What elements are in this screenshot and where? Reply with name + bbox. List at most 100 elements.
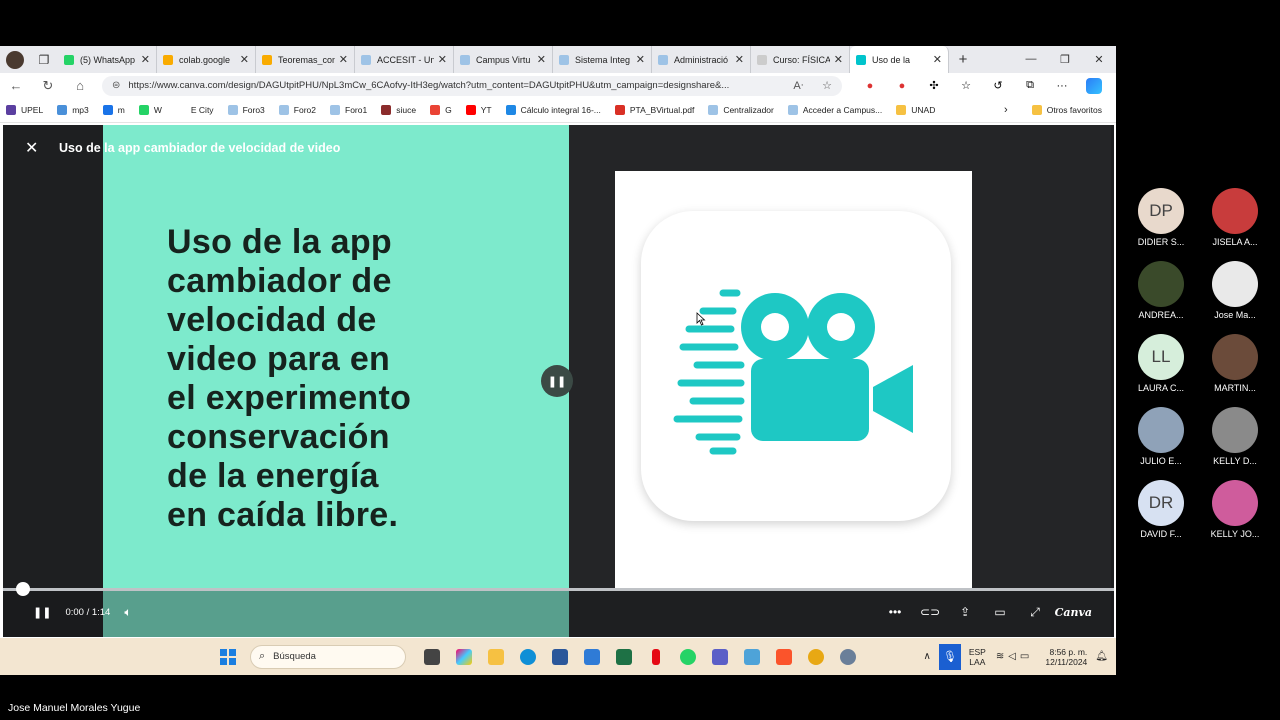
browser-tab[interactable]: Sistema Integ ✕	[553, 46, 652, 73]
whatsapp-icon[interactable]	[672, 645, 704, 669]
tab-close-icon[interactable]: ✕	[933, 53, 942, 66]
copilot-icon[interactable]	[1086, 77, 1102, 94]
address-bar[interactable]: ⊜ https://www.canva.com/design/DAGUtpitP…	[102, 75, 842, 96]
participant-tile[interactable]: LL LAURA C...	[1124, 334, 1198, 407]
participant-tile[interactable]: JULIO E...	[1124, 407, 1198, 480]
wifi-volume-battery-icons[interactable]: ≋◁▭	[996, 651, 1034, 662]
edge-icon[interactable]	[512, 645, 544, 669]
pause-icon[interactable]: ❚❚	[33, 606, 51, 619]
settings-gear-icon[interactable]	[832, 645, 864, 669]
participant-tile[interactable]: ANDREA...	[1124, 261, 1198, 334]
browser-tab[interactable]: Teoremas_con ✕	[256, 46, 355, 73]
bookmark-item[interactable]: Foro3	[227, 105, 265, 115]
bookmark-item[interactable]: PTA_BVirtual.pdf	[614, 105, 694, 115]
read-aloud-icon[interactable]: Aᐧ	[793, 80, 803, 92]
progress-knob[interactable]	[16, 582, 30, 596]
windows-start-icon[interactable]	[220, 648, 236, 665]
teams-icon[interactable]	[704, 645, 736, 669]
tab-close-icon[interactable]: ✕	[636, 53, 645, 66]
store-icon[interactable]	[576, 645, 608, 669]
profile-button[interactable]	[0, 46, 30, 73]
new-tab-button[interactable]: +	[949, 51, 977, 68]
microphone-icon[interactable]: 🎙︎	[938, 643, 961, 670]
home-icon[interactable]: ⌂	[64, 78, 96, 93]
browser-tab[interactable]: Administració ✕	[652, 46, 751, 73]
canva-logo[interactable]: Canva	[1055, 606, 1092, 619]
browser-tab[interactable]: Campus Virtu ✕	[454, 46, 553, 73]
bookmark-item[interactable]: Acceder a Campus...	[787, 105, 882, 115]
center-pause-button[interactable]: ❚❚	[541, 365, 573, 397]
browser-tab[interactable]: (5) WhatsApp ✕	[58, 46, 157, 73]
tab-close-icon[interactable]: ✕	[141, 53, 150, 66]
back-icon[interactable]: ←	[0, 78, 32, 93]
link-icon[interactable]: ⊂⊃	[913, 605, 948, 619]
browser-tab[interactable]: colab.google ✕	[157, 46, 256, 73]
bookmark-item[interactable]: UPEL	[6, 105, 43, 115]
captions-icon[interactable]: ▭	[983, 605, 1018, 619]
progress-bar[interactable]	[3, 582, 1114, 596]
taskbar-search[interactable]: ⌕ Búsqueda	[250, 644, 406, 669]
bookmark-item[interactable]: mp3	[57, 105, 89, 115]
chevron-right-icon[interactable]: ›	[1004, 104, 1008, 116]
tab-close-icon[interactable]: ✕	[438, 53, 447, 66]
brave-icon[interactable]	[768, 645, 800, 669]
participant-tile[interactable]: DP DIDIER S...	[1124, 188, 1198, 261]
tab-close-icon[interactable]: ✕	[537, 53, 546, 66]
participant-tile[interactable]: KELLY JO...	[1198, 480, 1272, 553]
more-options-icon[interactable]: •••	[878, 605, 913, 619]
more-icon[interactable]: ···	[1046, 80, 1078, 92]
bookmark-item[interactable]: m	[102, 105, 125, 115]
extension-red-icon[interactable]: ●	[854, 80, 886, 92]
browser-tab[interactable]: ACCESIT - Uni ✕	[355, 46, 454, 73]
bookmark-item[interactable]: siuce	[381, 105, 416, 115]
bookmark-item[interactable]: G	[430, 105, 452, 115]
share-icon[interactable]: ⇪	[948, 605, 983, 619]
bookmark-item[interactable]: Centralizador	[708, 105, 774, 115]
tab-close-icon[interactable]: ✕	[735, 53, 744, 66]
notification-app-icon[interactable]	[800, 645, 832, 669]
photos-icon[interactable]	[736, 645, 768, 669]
file-icon[interactable]	[416, 645, 448, 669]
participant-tile[interactable]: JISELA A...	[1198, 188, 1272, 261]
clock[interactable]: 8:56 p. m. 12/11/2024	[1045, 647, 1087, 667]
participant-tile[interactable]: DR DAVID F...	[1124, 480, 1198, 553]
file-explorer-icon[interactable]	[480, 645, 512, 669]
fullscreen-icon[interactable]: ⤢	[1018, 605, 1053, 620]
bookmark-item[interactable]: W	[138, 105, 162, 115]
notification-bell-icon[interactable]: 🔔︎	[1095, 651, 1108, 662]
workspaces-icon[interactable]: ❐	[30, 53, 58, 67]
browser-tab[interactable]: Uso de la ✕	[850, 46, 949, 73]
participant-tile[interactable]: KELLY D...	[1198, 407, 1272, 480]
restore-icon[interactable]: ❐	[1048, 53, 1082, 66]
close-window-icon[interactable]: ✕	[1082, 53, 1116, 66]
favorite-star-icon[interactable]: ☆	[822, 80, 832, 92]
adblock-icon[interactable]: ●	[886, 80, 918, 92]
netflix-icon[interactable]	[640, 645, 672, 669]
language-indicator[interactable]: ESP LAA	[969, 647, 986, 667]
bookmark-item[interactable]: Foro2	[278, 105, 316, 115]
bookmark-item[interactable]: Cálculo integral 16-...	[505, 105, 601, 115]
minimize-icon[interactable]: —	[1014, 53, 1048, 66]
copilot-app-icon[interactable]	[448, 645, 480, 669]
extensions-puzzle-icon[interactable]: ✣	[918, 79, 950, 92]
history-icon[interactable]: ↺	[982, 79, 1014, 92]
close-viewer-icon[interactable]: ✕	[25, 138, 51, 158]
other-bookmarks[interactable]: Otros favoritos	[1031, 105, 1102, 115]
bookmark-item[interactable]: E City	[175, 105, 214, 115]
tab-close-icon[interactable]: ✕	[339, 53, 348, 66]
bookmark-item[interactable]: YT	[465, 105, 492, 115]
favorites-icon[interactable]: ☆	[950, 79, 982, 92]
site-info-icon[interactable]: ⊜	[112, 80, 120, 91]
reload-icon[interactable]: ↻	[32, 78, 64, 94]
tab-close-icon[interactable]: ✕	[240, 53, 249, 66]
participant-tile[interactable]: MARTIN...	[1198, 334, 1272, 407]
bookmark-item[interactable]: UNAD	[896, 105, 935, 115]
excel-icon[interactable]	[608, 645, 640, 669]
screenshot-icon[interactable]: ⧉	[1014, 79, 1046, 92]
browser-tab[interactable]: Curso: FÍSICA ✕	[751, 46, 850, 73]
volume-icon[interactable]: 🔈︎	[124, 605, 131, 620]
participant-tile[interactable]: Jose Ma...	[1198, 261, 1272, 334]
word-icon[interactable]	[544, 645, 576, 669]
tab-close-icon[interactable]: ✕	[834, 53, 843, 66]
bookmark-item[interactable]: Foro1	[330, 105, 367, 115]
